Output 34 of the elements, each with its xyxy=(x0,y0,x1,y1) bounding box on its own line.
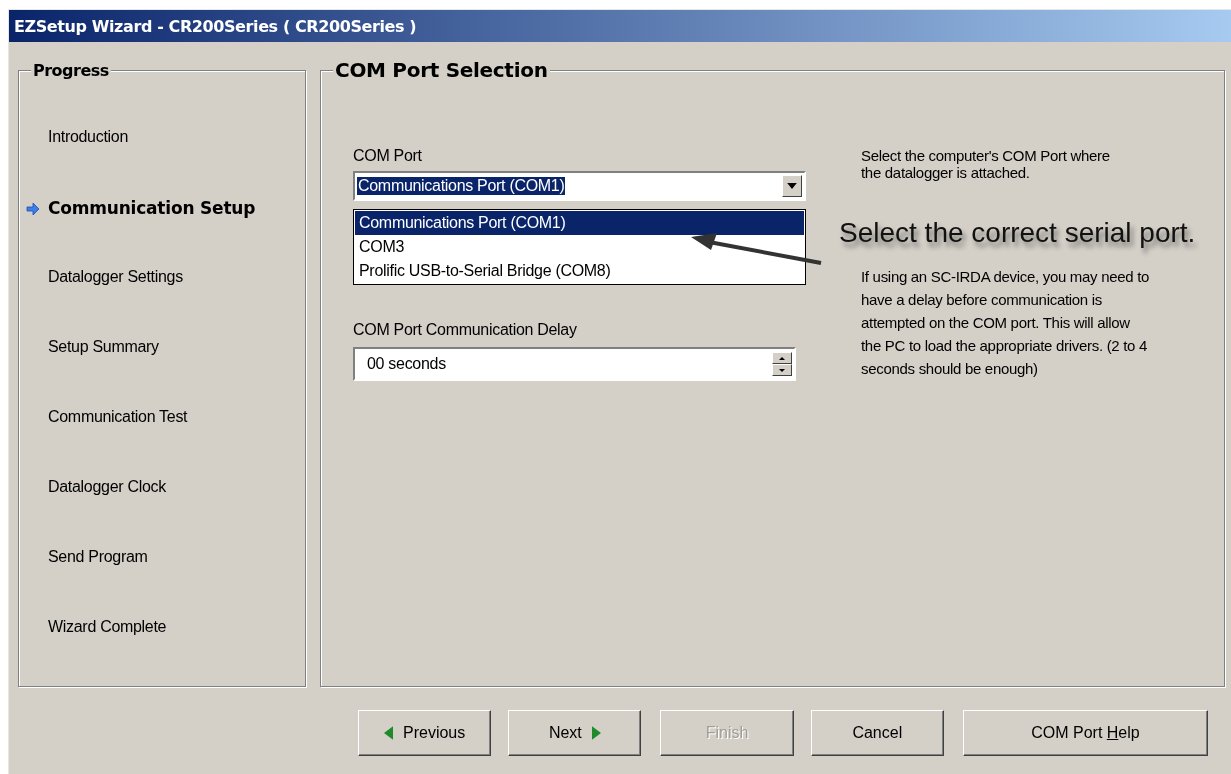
delay-label: COM Port Communication Delay xyxy=(353,321,578,340)
up-caret-icon xyxy=(779,356,785,360)
progress-step: Datalogger Settings xyxy=(48,268,183,286)
dropdown-option[interactable]: COM3 xyxy=(355,235,804,259)
right-triangle-icon xyxy=(591,726,601,740)
caret-icon xyxy=(787,183,797,189)
spin-down-button[interactable] xyxy=(772,364,792,376)
progress-step: Setup Summary xyxy=(48,338,159,356)
com-port-help-text: Select the computer's COM Port where the datalogger is attached. xyxy=(860,147,1111,181)
progress-step: Wizard Complete xyxy=(48,618,167,636)
progress-step: Send Program xyxy=(48,548,148,566)
com-port-label: COM Port xyxy=(353,147,423,166)
next-button[interactable]: Next xyxy=(508,710,642,756)
left-triangle-icon xyxy=(384,726,393,740)
delay-help-text: If using an SC-IRDA device, you may need to have a delay before communication is attempted on the COM port. This will allow the PC to load the appropriate drivers. (2 to 4 seconds should be enough) xyxy=(860,267,1151,379)
help-button[interactable]: COM Port Help xyxy=(962,710,1208,756)
spinner-value: 00 seconds xyxy=(367,355,446,373)
combo-value: Communications Port (COM1) xyxy=(357,177,566,195)
callout-text: Select the correct serial port. xyxy=(839,216,1197,250)
down-caret-icon xyxy=(779,368,785,372)
progress-step: Communication Test xyxy=(48,408,188,426)
progress-step: Datalogger Clock xyxy=(48,478,166,496)
delay-spinner[interactable]: 00 seconds xyxy=(353,347,796,381)
wizard-button[interactable]: Cancel xyxy=(810,710,944,756)
progress-step: Introduction xyxy=(48,128,128,146)
window-title: EZSetup Wizard - CR200Series ( CR200Series ) xyxy=(14,16,417,36)
dropdown-option[interactable]: Communications Port (COM1) xyxy=(355,211,804,235)
spin-up-button[interactable] xyxy=(772,352,792,364)
com-port-dropdown[interactable]: Communications Port (COM1) xyxy=(353,171,806,201)
dropdown-button[interactable] xyxy=(782,175,802,197)
previous-button[interactable]: Previous xyxy=(358,710,492,756)
dropdown-option[interactable]: Prolific USB-to-Serial Bridge (COM8) xyxy=(355,259,804,283)
progress-step: Communication Setup xyxy=(48,198,256,218)
progress-title: Progress xyxy=(31,61,111,80)
